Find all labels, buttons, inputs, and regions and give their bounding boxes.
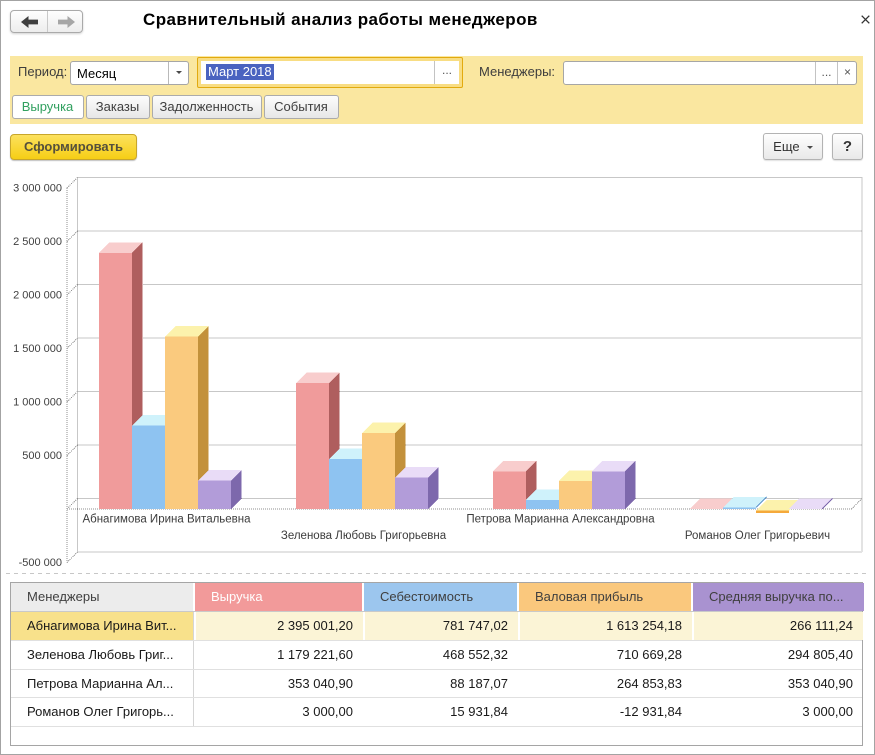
svg-text:Романов Олег Григорьевич: Романов Олег Григорьевич	[685, 530, 830, 542]
svg-text:500 000: 500 000	[22, 450, 62, 462]
svg-text:Петрова Марианна Александровна: Петрова Марианна Александровна	[466, 514, 655, 526]
svg-text:Абнагимова Ирина Витальевна: Абнагимова Ирина Витальевна	[82, 514, 251, 526]
svg-text:1 500 000: 1 500 000	[13, 343, 62, 355]
svg-text:2 000 000: 2 000 000	[13, 290, 62, 302]
svg-text:1 000 000: 1 000 000	[13, 397, 62, 409]
svg-text:3 000 000: 3 000 000	[13, 183, 62, 195]
svg-text:Зеленова Любовь Григорьевна: Зеленова Любовь Григорьевна	[281, 530, 447, 542]
svg-text:2 500 000: 2 500 000	[13, 236, 62, 248]
svg-text:-500 000: -500 000	[19, 557, 62, 569]
